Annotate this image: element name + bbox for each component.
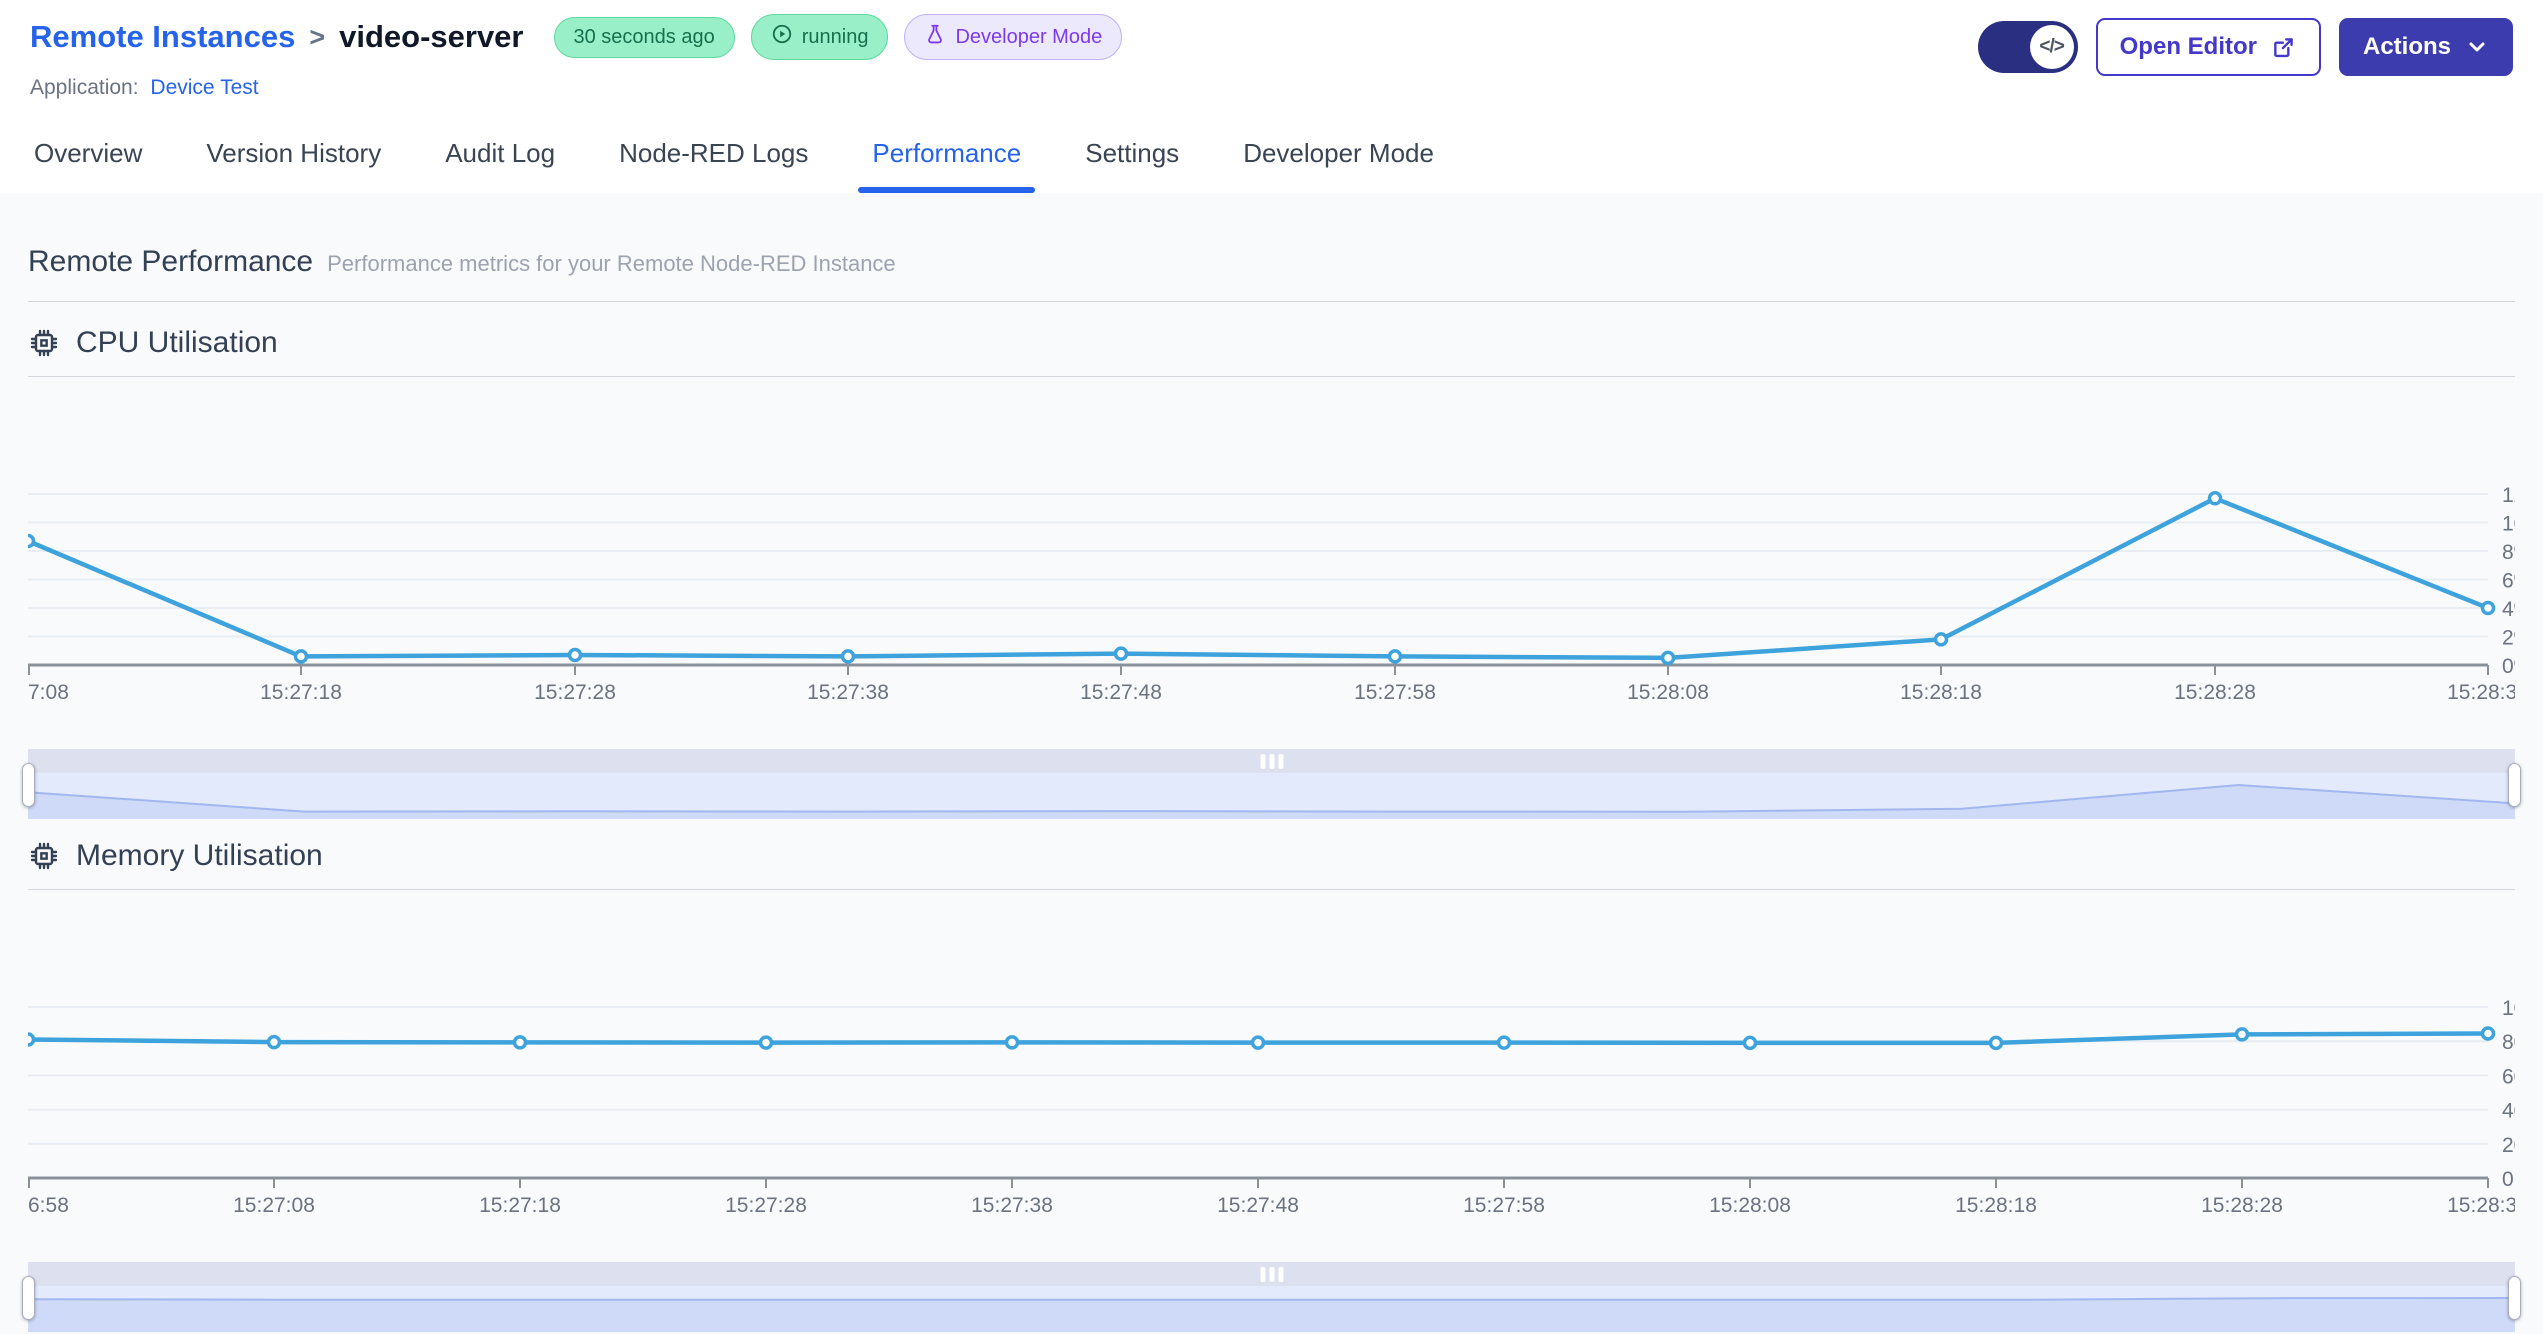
svg-text:10%: 10% (2502, 513, 2515, 536)
svg-text:15:28:08: 15:28:08 (1709, 1194, 1791, 1217)
tab-performance[interactable]: Performance (858, 122, 1036, 193)
memory-section-header: Memory Utilisation (28, 839, 2515, 873)
breadcrumb-separator: > (309, 21, 326, 52)
breadcrumb-remote-instances-link[interactable]: Remote Instances (30, 19, 295, 55)
svg-text:15:27:38: 15:27:38 (807, 681, 889, 704)
svg-text:100mb: 100mb (2502, 997, 2515, 1020)
svg-text:40mb: 40mb (2502, 1100, 2515, 1123)
code-icon: </> (2029, 25, 2074, 69)
breadcrumb: Remote Instances > video-server (30, 19, 524, 55)
performance-panel: Remote Performance Performance metrics f… (0, 193, 2543, 1334)
page-title: Remote Performance (28, 245, 314, 278)
svg-text:4%: 4% (2502, 598, 2515, 621)
cpu-brush-left-handle[interactable] (22, 763, 35, 807)
tab-developer-mode[interactable]: Developer Mode (1239, 122, 1438, 193)
memory-brush-left-handle[interactable] (22, 1276, 35, 1320)
svg-text:6:58: 6:58 (28, 1194, 69, 1217)
svg-text:15:27:38: 15:27:38 (971, 1194, 1053, 1217)
svg-text:15:28:38: 15:28:38 (2447, 681, 2515, 704)
cpu-chip-icon (28, 327, 60, 359)
svg-text:15:27:18: 15:27:18 (260, 681, 342, 704)
memory-section-title: Memory Utilisation (76, 839, 323, 872)
cpu-brush-minichart (28, 783, 2515, 819)
divider (28, 889, 2515, 890)
open-editor-label: Open Editor (2119, 33, 2257, 60)
memory-utilisation-chart: 0mb 20mb 40mb 60mb 80mb 100mb 6:58 15:27:08 15:2… (28, 997, 2515, 1217)
cpu-brush-strip[interactable] (28, 749, 2515, 773)
brush-grip-icon[interactable] (1260, 754, 1283, 769)
header: Remote Instances > video-server 30 secon… (0, 0, 2543, 100)
svg-text:15:27:58: 15:27:58 (1463, 1194, 1545, 1217)
svg-text:15:27:18: 15:27:18 (479, 1194, 561, 1217)
developer-mode-badge: Developer Mode (904, 14, 1123, 60)
svg-text:15:27:28: 15:27:28 (725, 1194, 807, 1217)
memory-chart-brush[interactable] (22, 1262, 2521, 1332)
memory-brush-right-handle[interactable] (2508, 1276, 2521, 1320)
application-label: Application: (30, 76, 139, 99)
tab-bar: Overview Version History Audit Log Node-… (0, 122, 2543, 193)
svg-text:15:28:38: 15:28:38 (2447, 1194, 2515, 1217)
chevron-down-icon (2465, 35, 2489, 59)
svg-text:15:28:18: 15:28:18 (1955, 1194, 2037, 1217)
svg-text:15:28:28: 15:28:28 (2201, 1194, 2283, 1217)
application-line: Application: Device Test (30, 76, 1122, 100)
last-seen-label: 30 seconds ago (573, 25, 715, 48)
tab-version-history[interactable]: Version History (202, 122, 385, 193)
running-icon (771, 23, 793, 51)
tab-overview[interactable]: Overview (30, 122, 146, 193)
svg-text:15:28:18: 15:28:18 (1900, 681, 1982, 704)
memory-brush-body[interactable] (28, 1286, 2515, 1332)
memory-brush-strip[interactable] (28, 1262, 2515, 1286)
svg-text:0mb: 0mb (2502, 1168, 2515, 1191)
svg-text:20mb: 20mb (2502, 1134, 2515, 1157)
flask-icon (924, 23, 946, 51)
cpu-brush-right-handle[interactable] (2508, 763, 2521, 807)
running-status-badge: running (750, 14, 889, 60)
open-editor-button[interactable]: Open Editor (2095, 18, 2321, 76)
editor-mode-toggle[interactable]: </> (1977, 21, 2078, 73)
svg-text:15:27:48: 15:27:48 (1080, 681, 1162, 704)
breadcrumb-current-instance: video-server (339, 19, 524, 54)
svg-text:12%: 12% (2502, 484, 2515, 507)
status-badges: 30 seconds ago running Developer Mode (553, 14, 1123, 60)
svg-text:7:08: 7:08 (28, 681, 69, 704)
svg-text:15:27:58: 15:27:58 (1354, 681, 1436, 704)
memory-chip-icon (28, 840, 60, 872)
cpu-section-title: CPU Utilisation (76, 326, 278, 359)
svg-text:8%: 8% (2502, 541, 2515, 564)
svg-text:0%: 0% (2502, 655, 2515, 678)
actions-label: Actions (2362, 33, 2451, 60)
svg-text:15:27:48: 15:27:48 (1217, 1194, 1299, 1217)
tab-node-red-logs[interactable]: Node-RED Logs (615, 122, 812, 193)
svg-text:15:28:08: 15:28:08 (1627, 681, 1709, 704)
page-subtitle: Performance metrics for your Remote Node… (327, 251, 896, 276)
brush-grip-icon[interactable] (1260, 1267, 1283, 1282)
svg-text:6%: 6% (2502, 570, 2515, 593)
svg-text:80mb: 80mb (2502, 1031, 2515, 1054)
cpu-utilisation-chart: 0% 2% 4% 6% 8% 10% 12% 7:08 15:27:18 15:27:28 15:2… (28, 484, 2515, 704)
cpu-section-header: CPU Utilisation (28, 326, 2515, 360)
svg-text:15:28:28: 15:28:28 (2174, 681, 2256, 704)
svg-text:15:27:28: 15:27:28 (534, 681, 616, 704)
tab-audit-log[interactable]: Audit Log (441, 122, 559, 193)
external-link-icon (2271, 34, 2297, 60)
last-seen-badge: 30 seconds ago (553, 16, 735, 58)
developer-mode-label: Developer Mode (955, 25, 1103, 48)
cpu-chart-brush[interactable] (22, 749, 2521, 819)
divider (28, 301, 2515, 302)
memory-brush-minichart (28, 1297, 2515, 1332)
svg-text:2%: 2% (2502, 627, 2515, 650)
cpu-brush-body[interactable] (28, 773, 2515, 819)
svg-text:15:27:08: 15:27:08 (233, 1194, 315, 1217)
actions-button[interactable]: Actions (2338, 18, 2513, 76)
header-actions: </> Open Editor Actions (1977, 14, 2513, 76)
divider (28, 376, 2515, 377)
running-label: running (801, 25, 869, 48)
svg-text:60mb: 60mb (2502, 1065, 2515, 1088)
application-link[interactable]: Device Test (150, 76, 258, 99)
page: Remote Instances > video-server 30 secon… (0, 0, 2543, 1334)
tab-settings[interactable]: Settings (1081, 122, 1183, 193)
